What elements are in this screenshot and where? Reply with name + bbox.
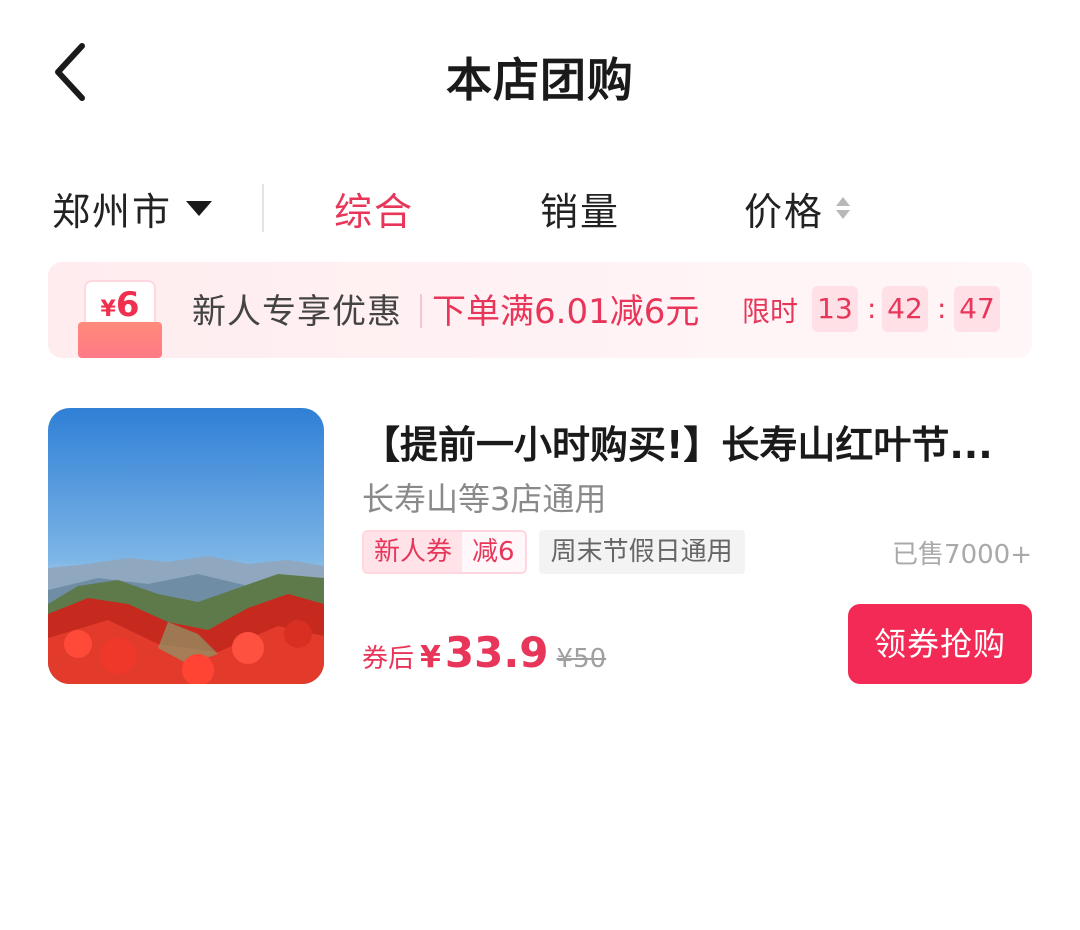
header: 本店团购 [0,0,1080,140]
countdown-colon: : [867,292,877,325]
product-image[interactable] [48,408,324,684]
promo-description: 下单满6.01减6元 [432,292,700,332]
coupon-amount: ¥6 [84,284,156,331]
coupon-tag-value: 减6 [462,532,525,572]
coupon-badge-icon: ¥6 [76,276,164,358]
coupon-currency: ¥ [100,297,116,322]
tab-price[interactable]: 价格 [744,180,851,236]
coupon-value: 6 [115,285,140,325]
filter-bar: 郑州市 综合 销量 价格 [0,170,1080,246]
sort-arrows-icon [836,197,851,219]
countdown-hours: 13 [812,286,858,332]
coupon-tag: 新人券 减6 [362,530,527,574]
page-title: 本店团购 [446,53,634,107]
price-value: 33.9 [444,628,549,677]
sold-count: 已售7000+ [892,540,1032,570]
original-price: ¥50 [556,644,607,674]
price-currency: ¥ [420,640,441,675]
tab-price-label: 价格 [744,189,825,234]
city-select[interactable]: 郑州市 [52,180,213,236]
limit-label: 限时 [742,295,799,328]
tab-sales[interactable]: 销量 [540,180,620,236]
promo-title: 新人专享优惠 [192,292,402,332]
countdown-colon: : [937,292,947,325]
promo-banner[interactable]: ¥6 新人专享优惠 下单满6.01减6元 限时 13 : 42 : 47 [48,262,1032,358]
countdown-seconds: 47 [954,286,1000,332]
caret-down-icon [186,200,213,216]
product-title[interactable]: 【提前一小时购买!】长寿山红叶节... [362,414,1012,469]
price-row: 券后 ¥ 33.9 ¥50 [362,628,606,677]
product-subtitle: 长寿山等3店通用 [362,480,607,518]
tab-general[interactable]: 综合 [334,180,414,236]
product-card[interactable]: 【提前一小时购买!】长寿山红叶节... 长寿山等3店通用 新人券 减6 周末节假… [48,406,1032,686]
tag-row: 新人券 减6 周末节假日通用 [362,530,745,574]
city-label: 郑州市 [52,189,173,234]
coupon-tag-label: 新人券 [364,532,463,572]
countdown-minutes: 42 [882,286,928,332]
weekend-tag: 周末节假日通用 [538,530,745,574]
filter-divider [262,184,264,232]
price-label: 券后 [362,644,415,674]
promo-divider [420,294,422,328]
buy-button[interactable]: 领券抢购 [848,604,1032,684]
